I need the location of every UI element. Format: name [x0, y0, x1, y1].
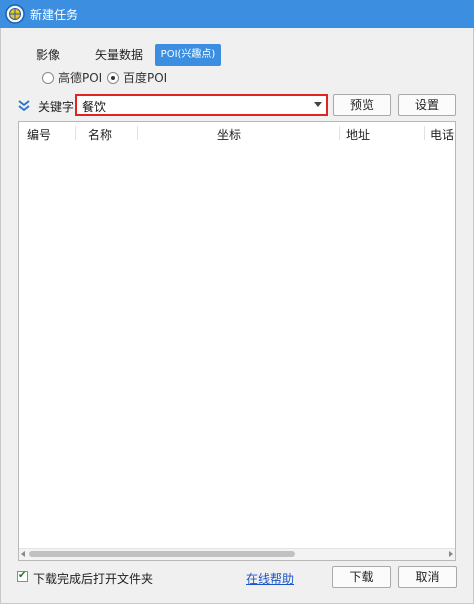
window-title: 新建任务	[30, 8, 79, 22]
radio-button[interactable]	[42, 72, 54, 84]
app-logo-icon	[5, 4, 25, 24]
scrollbar-thumb[interactable]	[29, 551, 295, 557]
cancel-button[interactable]: 取消	[398, 566, 457, 588]
download-button[interactable]: 下载	[332, 566, 391, 588]
tab-imagery[interactable]: 影像	[34, 44, 62, 66]
column-divider	[339, 126, 340, 140]
column-divider	[75, 126, 76, 140]
keyword-label: 关键字:	[38, 100, 79, 114]
column-header-id[interactable]: 编号	[27, 126, 51, 143]
tab-vector-data[interactable]: 矢量数据	[93, 44, 145, 66]
radio-label: 百度POI	[123, 71, 168, 85]
tab-poi[interactable]: POI(兴趣点)	[155, 44, 221, 66]
radio-button-selected[interactable]	[107, 72, 119, 84]
scroll-right-arrow-icon[interactable]	[449, 551, 453, 557]
poi-results-table[interactable]: 编号 名称 坐标 地址 电话	[18, 121, 456, 561]
scroll-left-arrow-icon[interactable]	[21, 551, 25, 557]
title-bar: 新建任务	[0, 0, 474, 28]
column-divider	[424, 126, 425, 140]
open-folder-checkbox[interactable]: ✔	[17, 570, 28, 582]
horizontal-scrollbar[interactable]	[19, 548, 455, 560]
column-divider	[137, 126, 138, 140]
column-header-phone[interactable]: 电话	[430, 126, 454, 143]
double-chevron-down-icon[interactable]	[17, 99, 31, 113]
column-header-coordinates[interactable]: 坐标	[217, 126, 241, 143]
keyword-combobox[interactable]: 餐饮	[75, 94, 328, 116]
radio-label: 高德POI	[58, 71, 103, 85]
preview-button[interactable]: 预览	[333, 94, 391, 116]
dropdown-arrow-icon[interactable]	[314, 102, 322, 107]
keyword-value[interactable]: 餐饮	[82, 98, 106, 115]
column-header-address[interactable]: 地址	[346, 126, 370, 143]
open-folder-label[interactable]: 下载完成后打开文件夹	[33, 570, 153, 587]
column-header-name[interactable]: 名称	[88, 126, 112, 143]
settings-button[interactable]: 设置	[398, 94, 456, 116]
online-help-link[interactable]: 在线帮助	[246, 570, 294, 587]
checkmark-icon: ✔	[18, 570, 27, 581]
